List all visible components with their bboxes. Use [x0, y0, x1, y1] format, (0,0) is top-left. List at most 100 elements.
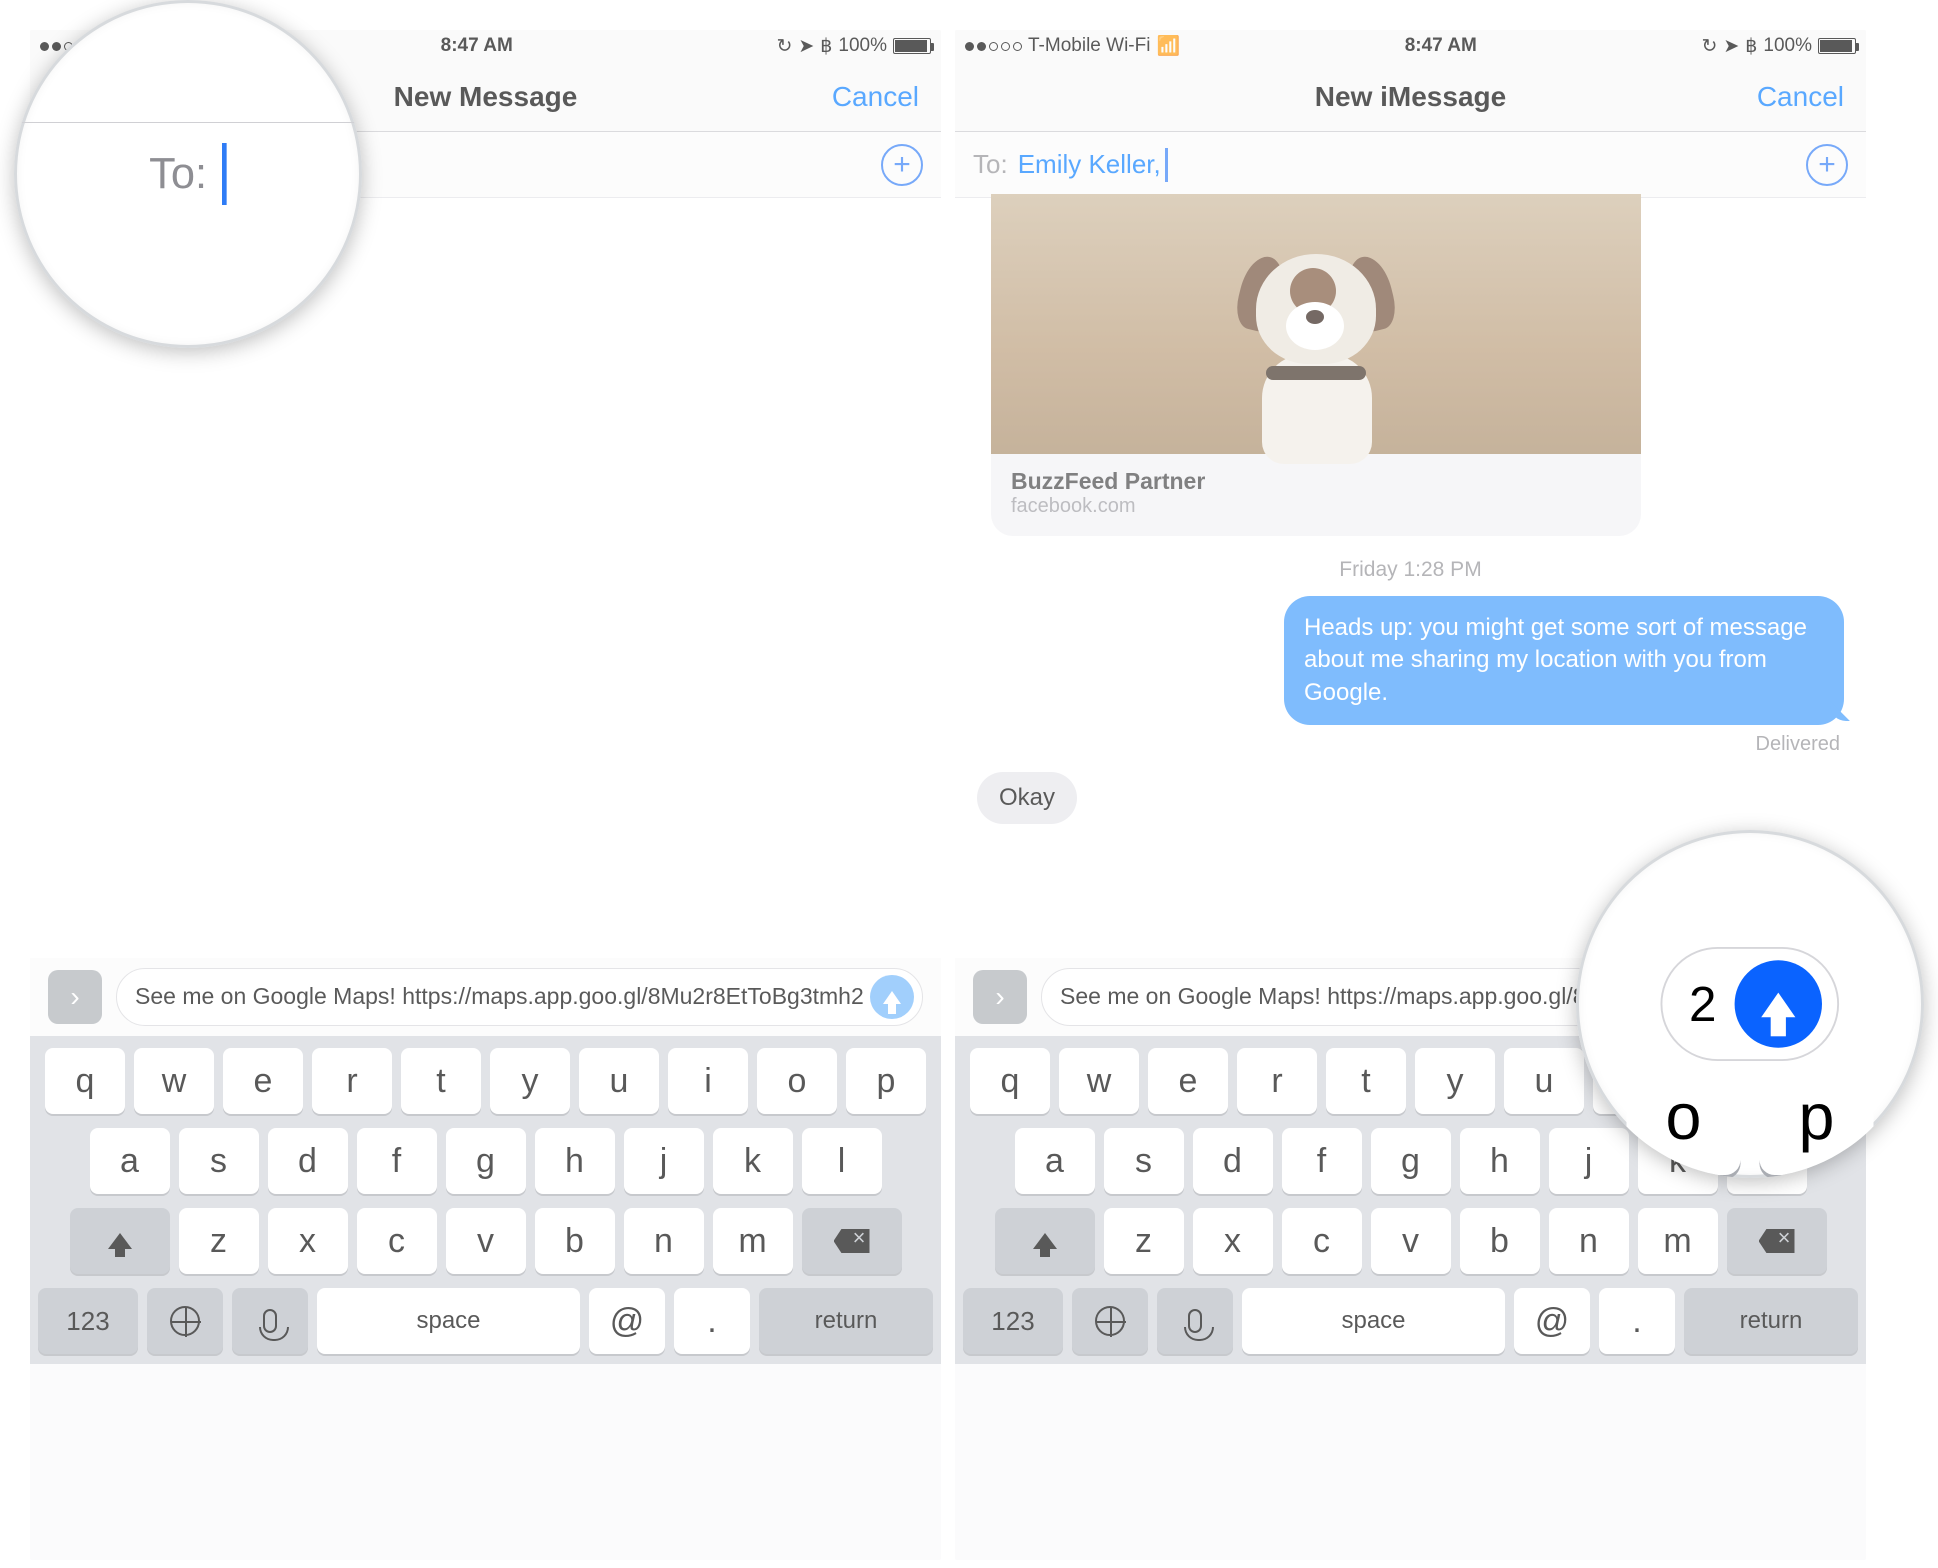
key-f[interactable]: f: [1282, 1128, 1362, 1194]
key-return[interactable]: return: [759, 1288, 933, 1354]
add-contact-button[interactable]: +: [1806, 144, 1848, 186]
key-b[interactable]: b: [1460, 1208, 1540, 1274]
key-m[interactable]: m: [713, 1208, 793, 1274]
received-message-bubble[interactable]: Okay: [977, 772, 1077, 824]
key-y[interactable]: y: [1415, 1048, 1495, 1114]
key-n[interactable]: n: [624, 1208, 704, 1274]
key-globe[interactable]: [147, 1288, 223, 1354]
key-l[interactable]: l: [802, 1128, 882, 1194]
key-123[interactable]: 123: [38, 1288, 138, 1354]
backspace-icon: [1759, 1229, 1795, 1253]
key-a[interactable]: a: [1015, 1128, 1095, 1194]
key-backspace[interactable]: [1727, 1208, 1827, 1274]
key-space[interactable]: space: [317, 1288, 580, 1354]
key-q[interactable]: q: [970, 1048, 1050, 1114]
mag-input-pill: 2: [1660, 947, 1839, 1061]
key-backspace[interactable]: [802, 1208, 902, 1274]
key-e[interactable]: e: [1148, 1048, 1228, 1114]
arrow-up-icon: [883, 991, 901, 1004]
key-d[interactable]: d: [1193, 1128, 1273, 1194]
key-q[interactable]: q: [45, 1048, 125, 1114]
backspace-icon: [834, 1229, 870, 1253]
shift-icon: [108, 1233, 132, 1249]
mag-key-p[interactable]: p: [1760, 1061, 1874, 1175]
key-x[interactable]: x: [1193, 1208, 1273, 1274]
compose-row: › See me on Google Maps! https://maps.ap…: [30, 958, 941, 1036]
key-g[interactable]: g: [446, 1128, 526, 1194]
key-dot[interactable]: .: [674, 1288, 750, 1354]
key-b[interactable]: b: [535, 1208, 615, 1274]
key-o[interactable]: o: [757, 1048, 837, 1114]
key-globe[interactable]: [1072, 1288, 1148, 1354]
key-at[interactable]: @: [1514, 1288, 1590, 1354]
mag-key-o[interactable]: o: [1627, 1061, 1741, 1175]
key-e[interactable]: e: [223, 1048, 303, 1114]
key-z[interactable]: z: [1104, 1208, 1184, 1274]
key-space[interactable]: space: [1242, 1288, 1505, 1354]
battery-pct: 100%: [1763, 35, 1812, 57]
app-drawer-button[interactable]: ›: [973, 970, 1027, 1024]
mag-digit: 2: [1689, 975, 1716, 1034]
key-h[interactable]: h: [535, 1128, 615, 1194]
key-f[interactable]: f: [357, 1128, 437, 1194]
key-p[interactable]: p: [846, 1048, 926, 1114]
key-k[interactable]: k: [713, 1128, 793, 1194]
cancel-button[interactable]: Cancel: [832, 81, 919, 113]
key-j[interactable]: j: [624, 1128, 704, 1194]
key-j[interactable]: j: [1549, 1128, 1629, 1194]
key-mic[interactable]: [1157, 1288, 1233, 1354]
to-field-row[interactable]: To: Emily Keller, +: [955, 132, 1866, 198]
key-return[interactable]: return: [1684, 1288, 1858, 1354]
link-preview-card[interactable]: BuzzFeed Partner facebook.com: [991, 194, 1641, 536]
key-mic[interactable]: [232, 1288, 308, 1354]
key-a[interactable]: a: [90, 1128, 170, 1194]
key-u[interactable]: u: [1504, 1048, 1584, 1114]
key-h[interactable]: h: [1460, 1128, 1540, 1194]
key-i[interactable]: i: [668, 1048, 748, 1114]
link-preview-image: [991, 194, 1641, 454]
key-v[interactable]: v: [446, 1208, 526, 1274]
key-t[interactable]: t: [1326, 1048, 1406, 1114]
key-s[interactable]: s: [179, 1128, 259, 1194]
key-123[interactable]: 123: [963, 1288, 1063, 1354]
wifi-icon: 📶: [1156, 34, 1180, 58]
key-d[interactable]: d: [268, 1128, 348, 1194]
key-at[interactable]: @: [589, 1288, 665, 1354]
magnifier-send-button: 2 o p: [1576, 830, 1924, 1178]
mag-cursor: [222, 143, 227, 205]
recipient-chip[interactable]: Emily Keller,: [1018, 149, 1161, 180]
key-t[interactable]: t: [401, 1048, 481, 1114]
keyboard: q w e r t y u i o p a s d f g h j k l: [30, 1036, 941, 1364]
key-u[interactable]: u: [579, 1048, 659, 1114]
key-g[interactable]: g: [1371, 1128, 1451, 1194]
add-contact-button[interactable]: +: [881, 144, 923, 186]
key-z[interactable]: z: [179, 1208, 259, 1274]
to-label: To:: [973, 149, 1008, 180]
app-drawer-button[interactable]: ›: [48, 970, 102, 1024]
mag-send-button[interactable]: [1735, 960, 1822, 1047]
key-c[interactable]: c: [1282, 1208, 1362, 1274]
key-v[interactable]: v: [1371, 1208, 1451, 1274]
shift-icon: [1033, 1233, 1057, 1249]
send-button[interactable]: [870, 975, 914, 1019]
sent-message-bubble[interactable]: Heads up: you might get some sort of mes…: [1284, 596, 1844, 725]
cancel-button[interactable]: Cancel: [1757, 81, 1844, 113]
key-shift[interactable]: [995, 1208, 1095, 1274]
message-input[interactable]: See me on Google Maps! https://maps.app.…: [116, 968, 923, 1026]
key-x[interactable]: x: [268, 1208, 348, 1274]
location-icon: ➤: [1723, 35, 1739, 58]
key-r[interactable]: r: [312, 1048, 392, 1114]
chevron-right-icon: ›: [995, 981, 1004, 1013]
key-shift[interactable]: [70, 1208, 170, 1274]
message-text: See me on Google Maps! https://maps.app.…: [135, 984, 870, 1009]
key-dot[interactable]: .: [1599, 1288, 1675, 1354]
key-s[interactable]: s: [1104, 1128, 1184, 1194]
key-y[interactable]: y: [490, 1048, 570, 1114]
key-c[interactable]: c: [357, 1208, 437, 1274]
key-m[interactable]: m: [1638, 1208, 1718, 1274]
delivered-status: Delivered: [973, 733, 1840, 756]
key-w[interactable]: w: [1059, 1048, 1139, 1114]
key-w[interactable]: w: [134, 1048, 214, 1114]
key-r[interactable]: r: [1237, 1048, 1317, 1114]
key-n[interactable]: n: [1549, 1208, 1629, 1274]
